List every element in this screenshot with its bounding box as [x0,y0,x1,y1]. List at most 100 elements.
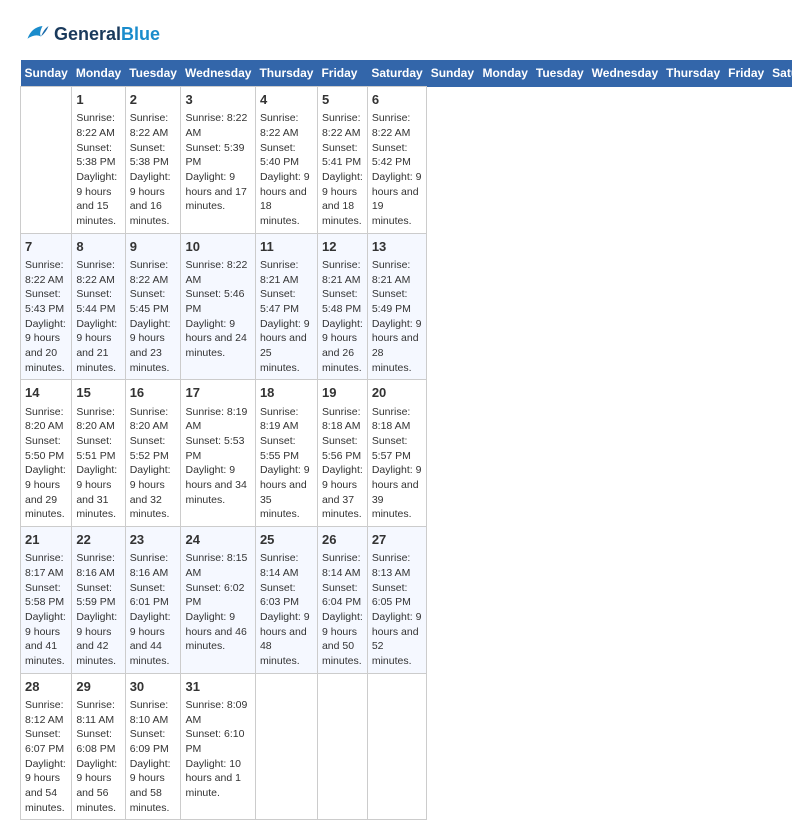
day-info: Sunrise: 8:20 AMSunset: 5:50 PMDaylight:… [25,405,67,523]
header-saturday: Saturday [768,60,792,87]
header-cell-tuesday: Tuesday [125,60,181,87]
day-number: 7 [25,238,67,256]
day-info: Sunrise: 8:22 AMSunset: 5:44 PMDaylight:… [76,258,120,376]
day-cell [317,673,367,820]
header-cell-friday: Friday [317,60,367,87]
day-info: Sunrise: 8:12 AMSunset: 6:07 PMDaylight:… [25,698,67,816]
day-number: 16 [130,384,177,402]
day-number: 30 [130,678,177,696]
day-number: 3 [185,91,250,109]
day-number: 23 [130,531,177,549]
day-number: 27 [372,531,422,549]
day-cell: 12 Sunrise: 8:21 AMSunset: 5:48 PMDayligh… [317,233,367,380]
day-cell: 16Sunrise: 8:20 AMSunset: 5:52 PMDayligh… [125,380,181,527]
day-info: Sunrise: 8:09 AMSunset: 6:10 PMDaylight:… [185,698,250,801]
day-cell: 14 Sunrise: 8:20 AMSunset: 5:50 PMDayligh… [21,380,72,527]
week-row-4: 21 Sunrise: 8:17 AMSunset: 5:58 PMDayligh… [21,527,792,674]
day-info: Sunrise: 8:19 AMSunset: 5:53 PMDaylight:… [185,405,250,508]
day-cell: 15Sunrise: 8:20 AMSunset: 5:51 PMDayligh… [72,380,125,527]
day-cell: 31 Sunrise: 8:09 AMSunset: 6:10 PMDayligh… [181,673,255,820]
day-number: 28 [25,678,67,696]
day-cell: 23 Sunrise: 8:16 AMSunset: 6:01 PMDayligh… [125,527,181,674]
day-info: Sunrise: 8:21 AMSunset: 5:47 PMDaylight:… [260,258,313,376]
header-monday: Monday [479,60,532,87]
day-cell: 22 Sunrise: 8:16 AMSunset: 5:59 PMDayligh… [72,527,125,674]
day-cell: 25Sunrise: 8:14 AMSunset: 6:03 PMDayligh… [255,527,317,674]
header-tuesday: Tuesday [532,60,588,87]
day-cell: 27 Sunrise: 8:13 AMSunset: 6:05 PMDayligh… [367,527,426,674]
day-cell: 24Sunrise: 8:15 AMSunset: 6:02 PMDayligh… [181,527,255,674]
day-cell: 7 Sunrise: 8:22 AMSunset: 5:43 PMDaylight… [21,233,72,380]
day-number: 21 [25,531,67,549]
day-info: Sunrise: 8:22 AMSunset: 5:39 PMDaylight:… [185,111,250,214]
day-cell: 20 Sunrise: 8:18 AMSunset: 5:57 PMDayligh… [367,380,426,527]
day-cell: 3 Sunrise: 8:22 AMSunset: 5:39 PMDaylight… [181,87,255,234]
day-info: Sunrise: 8:18 AMSunset: 5:56 PMDaylight:… [322,405,363,523]
day-number: 1 [76,91,120,109]
header-sunday: Sunday [427,60,479,87]
header-row: SundayMondayTuesdayWednesdayThursdayFrid… [21,60,792,87]
day-info: Sunrise: 8:22 AMSunset: 5:45 PMDaylight:… [130,258,177,376]
week-row-5: 28 Sunrise: 8:12 AMSunset: 6:07 PMDayligh… [21,673,792,820]
header-friday: Friday [724,60,768,87]
day-info: Sunrise: 8:16 AMSunset: 5:59 PMDaylight:… [76,551,120,669]
day-number: 5 [322,91,363,109]
header-cell-monday: Monday [72,60,125,87]
day-info: Sunrise: 8:22 AMSunset: 5:43 PMDaylight:… [25,258,67,376]
day-cell: 21 Sunrise: 8:17 AMSunset: 5:58 PMDayligh… [21,527,72,674]
header-cell-sunday: Sunday [21,60,72,87]
day-info: Sunrise: 8:13 AMSunset: 6:05 PMDaylight:… [372,551,422,669]
day-number: 12 [322,238,363,256]
day-number: 26 [322,531,363,549]
day-cell: 9 Sunrise: 8:22 AMSunset: 5:45 PMDaylight… [125,233,181,380]
logo-text: GeneralBlue [54,25,160,45]
day-number: 10 [185,238,250,256]
header-thursday: Thursday [662,60,724,87]
day-info: Sunrise: 8:15 AMSunset: 6:02 PMDaylight:… [185,551,250,654]
day-number: 2 [130,91,177,109]
day-cell: 5 Sunrise: 8:22 AMSunset: 5:41 PMDaylight… [317,87,367,234]
day-cell: 11Sunrise: 8:21 AMSunset: 5:47 PMDayligh… [255,233,317,380]
day-number: 9 [130,238,177,256]
day-info: Sunrise: 8:19 AMSunset: 5:55 PMDaylight:… [260,405,313,523]
header-cell-saturday: Saturday [367,60,426,87]
logo: GeneralBlue [20,20,160,50]
week-row-2: 7 Sunrise: 8:22 AMSunset: 5:43 PMDaylight… [21,233,792,380]
day-info: Sunrise: 8:22 AMSunset: 5:40 PMDaylight:… [260,111,313,229]
day-number: 31 [185,678,250,696]
day-cell: 18Sunrise: 8:19 AMSunset: 5:55 PMDayligh… [255,380,317,527]
day-cell: 8 Sunrise: 8:22 AMSunset: 5:44 PMDaylight… [72,233,125,380]
header-cell-wednesday: Wednesday [181,60,255,87]
day-cell: 30 Sunrise: 8:10 AMSunset: 6:09 PMDayligh… [125,673,181,820]
day-cell: 28 Sunrise: 8:12 AMSunset: 6:07 PMDayligh… [21,673,72,820]
day-cell [21,87,72,234]
day-info: Sunrise: 8:22 AMSunset: 5:46 PMDaylight:… [185,258,250,361]
day-info: Sunrise: 8:22 AMSunset: 5:41 PMDaylight:… [322,111,363,229]
day-info: Sunrise: 8:21 AMSunset: 5:49 PMDaylight:… [372,258,422,376]
page-header: GeneralBlue [20,20,772,50]
day-info: Sunrise: 8:18 AMSunset: 5:57 PMDaylight:… [372,405,422,523]
day-info: Sunrise: 8:10 AMSunset: 6:09 PMDaylight:… [130,698,177,816]
day-info: Sunrise: 8:16 AMSunset: 6:01 PMDaylight:… [130,551,177,669]
calendar-table: SundayMondayTuesdayWednesdayThursdayFrid… [20,60,792,820]
day-cell [367,673,426,820]
day-cell [255,673,317,820]
day-info: Sunrise: 8:14 AMSunset: 6:04 PMDaylight:… [322,551,363,669]
day-cell: 13Sunrise: 8:21 AMSunset: 5:49 PMDayligh… [367,233,426,380]
day-number: 25 [260,531,313,549]
day-info: Sunrise: 8:21 AMSunset: 5:48 PMDaylight:… [322,258,363,376]
day-cell: 4Sunrise: 8:22 AMSunset: 5:40 PMDaylight… [255,87,317,234]
day-cell: 1Sunrise: 8:22 AMSunset: 5:38 PMDaylight… [72,87,125,234]
day-number: 17 [185,384,250,402]
day-info: Sunrise: 8:20 AMSunset: 5:51 PMDaylight:… [76,405,120,523]
day-number: 14 [25,384,67,402]
day-number: 20 [372,384,422,402]
header-cell-thursday: Thursday [255,60,317,87]
day-info: Sunrise: 8:22 AMSunset: 5:42 PMDaylight:… [372,111,422,229]
day-cell: 26 Sunrise: 8:14 AMSunset: 6:04 PMDayligh… [317,527,367,674]
day-number: 8 [76,238,120,256]
day-cell: 29Sunrise: 8:11 AMSunset: 6:08 PMDayligh… [72,673,125,820]
day-number: 22 [76,531,120,549]
day-number: 19 [322,384,363,402]
day-info: Sunrise: 8:17 AMSunset: 5:58 PMDaylight:… [25,551,67,669]
